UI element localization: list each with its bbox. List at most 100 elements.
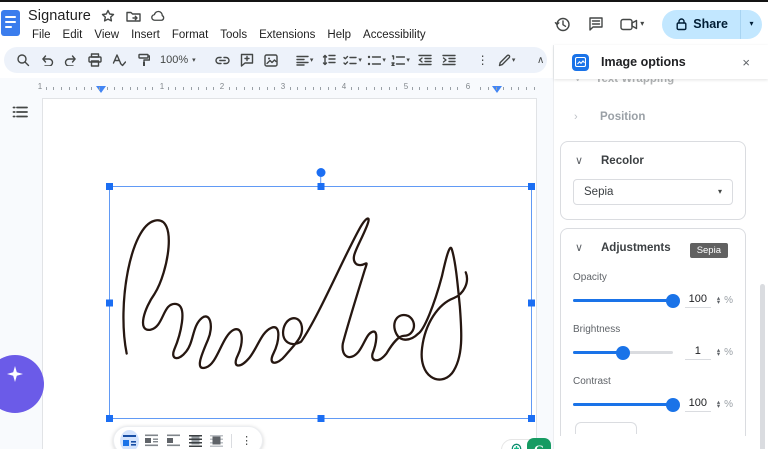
spellcheck-button[interactable] — [108, 49, 130, 71]
menu-accessibility[interactable]: Accessibility — [357, 27, 432, 43]
ruler-tick — [213, 87, 215, 90]
wrap-text-button[interactable] — [142, 430, 161, 449]
panel-scrollbar[interactable] — [760, 284, 765, 449]
resize-handle-ne[interactable] — [528, 183, 535, 190]
numbered-list-button[interactable]: ▾ — [390, 49, 412, 71]
cloud-status-icon[interactable] — [151, 9, 166, 24]
decrease-indent-button[interactable] — [414, 49, 436, 71]
star-icon[interactable] — [101, 9, 116, 24]
undo-button[interactable] — [36, 49, 58, 71]
increase-indent-button[interactable] — [438, 49, 460, 71]
section-text-wrapping[interactable]: ∨ Text Wrapping — [554, 79, 768, 97]
menu-insert[interactable]: Insert — [125, 27, 166, 43]
reset-button-partial[interactable] — [575, 422, 637, 434]
image-selection-box[interactable] — [106, 168, 535, 422]
version-history-icon[interactable] — [552, 14, 572, 34]
share-dropdown[interactable]: ▾ — [740, 9, 762, 39]
break-text-button[interactable] — [164, 430, 183, 449]
move-folder-icon[interactable] — [126, 9, 141, 24]
opacity-value-field[interactable]: 100 — [684, 293, 711, 308]
contrast-value-field[interactable]: 100 — [684, 397, 711, 412]
menu-tools[interactable]: Tools — [214, 27, 253, 43]
resize-handle-e[interactable] — [528, 299, 535, 306]
resize-handle-w[interactable] — [106, 299, 113, 306]
document-outline-icon[interactable] — [12, 105, 32, 123]
menu-extensions[interactable]: Extensions — [253, 27, 321, 43]
close-panel-icon[interactable]: × — [738, 53, 754, 72]
paint-format-button[interactable] — [132, 49, 154, 71]
bulleted-list-button[interactable]: ▾ — [366, 49, 388, 71]
recolor-select[interactable]: Sepia ▾ — [573, 179, 733, 205]
ruler-tick — [76, 87, 78, 90]
comments-icon[interactable] — [586, 14, 606, 34]
share-main[interactable]: Share — [662, 10, 740, 39]
insert-image-button[interactable] — [260, 49, 282, 71]
ruler-tick — [198, 87, 200, 90]
brightness-stepper[interactable]: ▴ ▾ — [717, 347, 720, 357]
opacity-stepper[interactable]: ▴ ▾ — [717, 295, 720, 305]
contrast-stepper[interactable]: ▴ ▾ — [717, 399, 720, 409]
menu-edit[interactable]: Edit — [57, 27, 89, 43]
resize-handle-nw[interactable] — [106, 183, 113, 190]
wrap-more-options-button[interactable]: ⋮ — [237, 430, 256, 449]
resize-handle-s[interactable] — [317, 415, 324, 422]
resize-handle-se[interactable] — [528, 415, 535, 422]
section-position[interactable]: › Position — [554, 97, 768, 137]
contrast-slider-thumb[interactable] — [665, 397, 680, 412]
line-spacing-button[interactable] — [318, 49, 340, 71]
ruler-tick — [190, 87, 192, 90]
menu-help[interactable]: Help — [321, 27, 357, 43]
ruler-tick — [327, 87, 329, 90]
ruler[interactable]: 1 1 2 3 4 5 6 — [0, 79, 553, 96]
brightness-slider[interactable] — [573, 345, 673, 360]
print-button[interactable] — [84, 49, 106, 71]
share-button[interactable]: Share ▾ — [662, 9, 762, 39]
contrast-unit: % — [724, 399, 733, 410]
rotate-handle[interactable] — [316, 168, 325, 177]
indent-marker-right[interactable] — [492, 86, 502, 93]
search-icon[interactable] — [12, 49, 34, 71]
menu-format[interactable]: Format — [166, 27, 214, 43]
zoom-select[interactable]: 100% ▾ — [156, 54, 200, 66]
brightness-slider-block: Brightness 1 ▴ ▾ % — [561, 316, 745, 360]
menu-file[interactable]: File — [26, 27, 57, 43]
opacity-slider[interactable] — [573, 293, 680, 308]
ruler-tick — [243, 87, 245, 90]
docs-logo-icon[interactable] — [1, 10, 20, 36]
brightness-slider-thumb[interactable] — [615, 345, 630, 360]
brightness-value-field[interactable]: 1 — [684, 345, 711, 360]
insert-link-button[interactable] — [212, 49, 234, 71]
grammarly-icon[interactable]: G — [527, 438, 551, 449]
more-options-button[interactable]: ⋮ — [472, 49, 494, 71]
signature-image[interactable] — [110, 187, 531, 418]
signature-stroke — [122, 217, 469, 381]
opacity-slider-thumb[interactable] — [665, 293, 680, 308]
resize-handle-n[interactable] — [317, 183, 324, 190]
contrast-slider[interactable] — [573, 397, 680, 412]
ruler-tick — [236, 87, 238, 90]
redo-button[interactable] — [60, 49, 82, 71]
add-comment-button[interactable] — [236, 49, 258, 71]
chevron-right-icon: › — [574, 111, 578, 123]
editing-mode-button[interactable]: ▾ — [496, 49, 518, 71]
zoom-value: 100% — [160, 54, 189, 66]
section-recolor[interactable]: ∨ Recolor — [561, 142, 745, 177]
menu-view[interactable]: View — [88, 27, 125, 43]
document-page[interactable]: ⋮ G — [42, 98, 551, 449]
ruler-tick — [480, 87, 482, 90]
document-title[interactable]: Signature — [28, 8, 91, 24]
resize-handle-sw[interactable] — [106, 415, 113, 422]
in-front-of-text-button[interactable] — [207, 430, 226, 449]
meet-caret-icon[interactable]: ▾ — [640, 20, 644, 28]
recolor-card: ∨ Recolor Sepia ▾ — [560, 141, 746, 220]
meet-call-button[interactable]: ▾ — [620, 18, 644, 31]
panel-scroll-area[interactable]: ∨ Text Wrapping › Position ∨ Recolor Sep… — [554, 79, 768, 449]
indent-marker-left[interactable] — [96, 86, 106, 93]
behind-text-button[interactable] — [186, 430, 205, 449]
opacity-unit: % — [724, 295, 733, 306]
hide-menus-button[interactable]: ∧ — [530, 49, 552, 71]
align-button[interactable]: ▾ — [294, 49, 316, 71]
opacity-label: Opacity — [573, 272, 607, 283]
wrap-inline-button[interactable] — [120, 429, 139, 449]
checklist-button[interactable]: ▾ — [342, 49, 364, 71]
